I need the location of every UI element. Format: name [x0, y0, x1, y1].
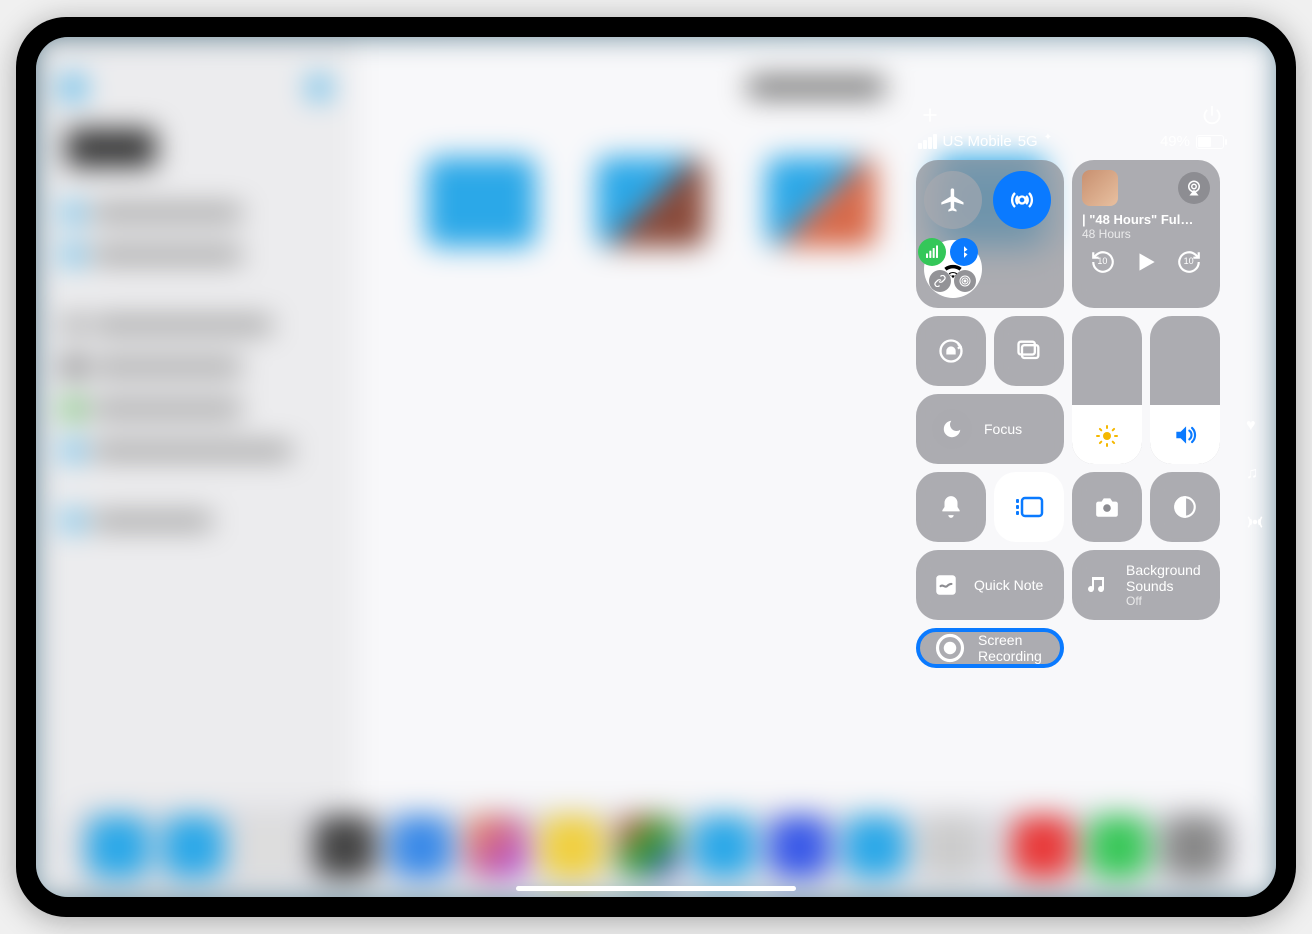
airdrop-toggle[interactable] — [993, 171, 1051, 229]
background-sounds-state: Off — [1126, 594, 1206, 608]
power-button[interactable] — [1202, 105, 1222, 125]
vpn-toggle[interactable] — [929, 270, 951, 292]
battery-icon — [1196, 135, 1224, 149]
airplane-mode-toggle[interactable] — [924, 171, 982, 229]
signal-bars-icon — [918, 134, 937, 149]
network-label: 5G — [1018, 133, 1038, 150]
media-module[interactable]: | "48 Hours" Ful… 48 Hours 10 10 — [1072, 160, 1220, 308]
dark-mode-toggle[interactable] — [1150, 472, 1220, 542]
focus-label: Focus — [984, 421, 1022, 437]
battery-percent: 49% — [1160, 133, 1190, 150]
camera-button[interactable] — [1072, 472, 1142, 542]
wifi-toggle[interactable] — [924, 240, 982, 298]
media-subtitle: 48 Hours — [1082, 227, 1210, 241]
quick-note-icon — [930, 569, 962, 601]
airplay-button[interactable] — [1178, 172, 1210, 204]
carrier-label: US Mobile — [943, 133, 1012, 150]
cellular-toggle[interactable] — [918, 238, 946, 266]
skip-forward-button[interactable]: 10 — [1176, 249, 1202, 275]
page-indicators[interactable]: ♥ ♫ — [1246, 417, 1264, 531]
brightness-slider[interactable] — [1072, 316, 1142, 464]
control-center: US Mobile 5G ✦ 49% — [916, 105, 1226, 668]
ipad-frame: US Mobile 5G ✦ 49% — [16, 17, 1296, 917]
add-control-button[interactable] — [920, 105, 940, 125]
skip-back-button[interactable]: 10 — [1090, 249, 1116, 275]
music-page-indicator[interactable]: ♫ — [1246, 465, 1264, 483]
connectivity-page-indicator[interactable] — [1246, 513, 1264, 531]
silent-mode-toggle[interactable] — [916, 472, 986, 542]
stage-manager-toggle[interactable] — [994, 472, 1064, 542]
brightness-icon — [1095, 424, 1119, 448]
focus-button[interactable]: Focus — [916, 394, 1064, 464]
quick-note-button[interactable]: Quick Note — [916, 550, 1064, 620]
background-sounds-button[interactable]: Background Sounds Off — [1072, 550, 1220, 620]
connectivity-module[interactable] — [916, 160, 1064, 308]
volume-slider[interactable] — [1150, 316, 1220, 464]
moon-icon — [932, 409, 972, 449]
screen: US Mobile 5G ✦ 49% — [36, 37, 1276, 897]
play-button[interactable] — [1133, 249, 1159, 275]
status-bar: US Mobile 5G ✦ 49% — [916, 133, 1226, 150]
favorites-page-indicator[interactable]: ♥ — [1246, 417, 1264, 435]
screen-recording-label-1: Screen — [978, 632, 1042, 648]
background-sounds-icon — [1086, 569, 1114, 601]
screen-recording-button[interactable]: Screen Recording — [916, 628, 1064, 668]
screen-mirroring-button[interactable] — [994, 316, 1064, 386]
record-icon — [934, 632, 966, 664]
media-title: | "48 Hours" Ful… — [1082, 212, 1210, 227]
hotspot-toggle[interactable] — [954, 270, 976, 292]
orientation-lock-toggle[interactable] — [916, 316, 986, 386]
home-indicator[interactable] — [516, 886, 796, 891]
album-art — [1082, 170, 1118, 206]
screen-recording-label-2: Recording — [978, 648, 1042, 664]
bluetooth-toggle[interactable] — [950, 238, 978, 266]
volume-icon — [1172, 422, 1198, 448]
background-sounds-label: Background Sounds — [1126, 562, 1206, 594]
quick-note-label: Quick Note — [974, 577, 1043, 593]
